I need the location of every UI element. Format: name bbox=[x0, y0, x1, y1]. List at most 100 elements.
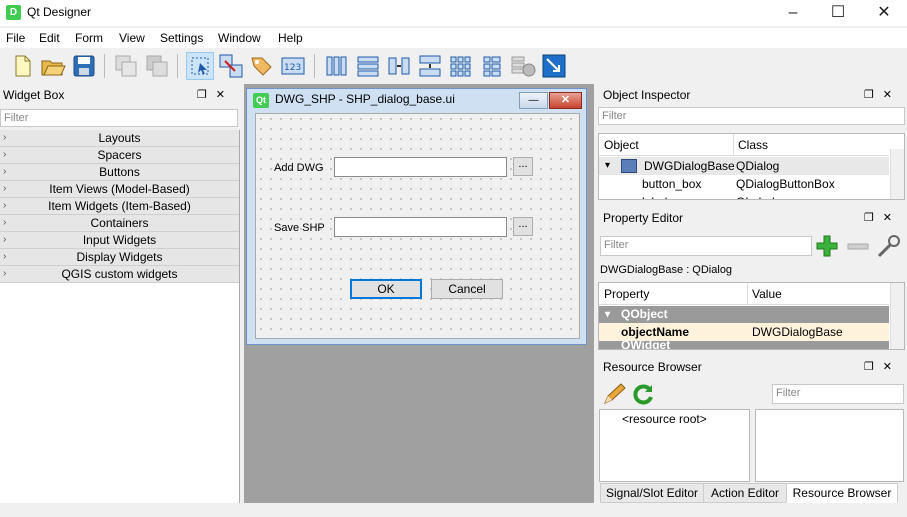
title-bar: D Qt Designer – ☐ ✕ bbox=[0, 0, 907, 26]
widget-box-list: › Layouts › Spacers › Buttons › Item Views (… bbox=[0, 130, 240, 503]
form-canvas[interactable]: Add DWG ... Save SHP ... OK Cancel bbox=[255, 113, 580, 339]
tree-row[interactable]: label QLabel bbox=[599, 193, 889, 199]
tab-signal-slot-editor[interactable]: Signal/Slot Editor bbox=[600, 483, 704, 503]
object-inspector-title: Object Inspector ❐✕ bbox=[603, 86, 901, 104]
dock-tabs: Signal/Slot Editor Action Editor Resourc… bbox=[597, 483, 907, 503]
layout-horizontal-icon[interactable] bbox=[323, 52, 351, 80]
widget-category[interactable]: › Containers bbox=[0, 215, 239, 232]
copy-icon[interactable] bbox=[112, 52, 140, 80]
edit-buddies-icon[interactable] bbox=[248, 52, 276, 80]
menu-edit[interactable]: Edit bbox=[39, 31, 60, 45]
property-table: Property Value ▾ QObject objectName DWGD… bbox=[598, 282, 905, 350]
new-form-icon[interactable] bbox=[8, 52, 36, 80]
chevron-down-icon[interactable]: ▾ bbox=[605, 306, 610, 323]
tree-row[interactable]: button_box QDialogButtonBox bbox=[599, 175, 889, 193]
tab-action-editor[interactable]: Action Editor bbox=[703, 483, 787, 503]
adjust-size-icon[interactable] bbox=[540, 52, 568, 80]
widget-category[interactable]: › Spacers bbox=[0, 147, 239, 164]
resource-root-item[interactable]: <resource root> bbox=[622, 412, 707, 426]
maximize-button[interactable]: ☐ bbox=[815, 0, 861, 26]
tab-resource-browser[interactable]: Resource Browser bbox=[786, 483, 898, 503]
open-form-icon[interactable] bbox=[39, 52, 67, 80]
widget-category[interactable]: › Display Widgets bbox=[0, 249, 239, 266]
chevron-right-icon: › bbox=[3, 234, 7, 245]
add-dwg-browse-button[interactable]: ... bbox=[513, 157, 533, 176]
property-table-scrollbar[interactable] bbox=[890, 283, 904, 349]
widget-category[interactable]: › Layouts bbox=[0, 130, 239, 147]
object-inspector-filter-input[interactable]: Filter bbox=[598, 107, 905, 125]
menu-settings[interactable]: Settings bbox=[160, 31, 203, 45]
save-form-icon[interactable] bbox=[70, 52, 98, 80]
layout-vertical-icon[interactable] bbox=[354, 52, 382, 80]
panel-float-close-icons[interactable]: ❐✕ bbox=[864, 358, 901, 376]
add-dwg-label[interactable]: Add DWG bbox=[274, 162, 324, 174]
save-shp-label[interactable]: Save SHP bbox=[274, 222, 325, 234]
reload-icon[interactable] bbox=[631, 382, 655, 406]
layout-splitter-vertical-icon[interactable] bbox=[416, 52, 444, 80]
form-minimize-button[interactable]: — bbox=[519, 92, 548, 109]
add-dynamic-property-icon[interactable] bbox=[815, 234, 839, 258]
property-editor-filter-input[interactable]: Filter bbox=[600, 236, 812, 256]
object-tree-header: Object Class bbox=[599, 134, 889, 156]
property-editor-title: Property Editor ❐✕ bbox=[603, 209, 901, 227]
widget-category[interactable]: › Item Views (Model-Based) bbox=[0, 181, 239, 198]
panel-float-close-icons[interactable]: ❐✕ bbox=[197, 86, 234, 104]
form-window-title: DWG_SHP - SHP_dialog_base.ui bbox=[275, 92, 455, 106]
form-close-button[interactable]: ✕ bbox=[549, 92, 582, 109]
menu-window[interactable]: Window bbox=[218, 31, 261, 45]
chevron-right-icon: › bbox=[3, 132, 7, 143]
chevron-right-icon: › bbox=[3, 200, 7, 211]
menu-file[interactable]: File bbox=[6, 31, 25, 45]
add-dwg-input[interactable] bbox=[334, 157, 507, 177]
widget-category[interactable]: › Buttons bbox=[0, 164, 239, 181]
widget-category[interactable]: › Item Widgets (Item-Based) bbox=[0, 198, 239, 215]
status-bar bbox=[0, 503, 907, 517]
edit-resources-pencil-icon[interactable] bbox=[602, 382, 626, 406]
panel-float-close-icons[interactable]: ❐✕ bbox=[864, 209, 901, 227]
resource-browser-title: Resource Browser ❐✕ bbox=[603, 358, 901, 376]
form-window[interactable]: Qt DWG_SHP - SHP_dialog_base.ui — ✕ Add … bbox=[246, 88, 587, 345]
menu-form[interactable]: Form bbox=[75, 31, 103, 45]
save-shp-browse-button[interactable]: ... bbox=[513, 217, 533, 236]
paste-icon[interactable] bbox=[143, 52, 171, 80]
remove-dynamic-property-icon[interactable] bbox=[846, 234, 870, 258]
property-group-qobject[interactable]: ▾ QObject bbox=[599, 306, 889, 323]
property-row-objectname[interactable]: objectName DWGDialogBase bbox=[599, 323, 889, 341]
toolbar-separator bbox=[177, 54, 178, 78]
configure-wrench-icon[interactable] bbox=[876, 234, 902, 258]
minimize-button[interactable]: – bbox=[770, 0, 816, 26]
save-shp-input[interactable] bbox=[334, 217, 507, 237]
form-editor-area: Qt DWG_SHP - SHP_dialog_base.ui — ✕ Add … bbox=[244, 84, 594, 503]
column-object[interactable]: Object bbox=[604, 134, 639, 156]
edit-signals-slots-icon[interactable] bbox=[217, 52, 245, 80]
menu-view[interactable]: View bbox=[119, 31, 145, 45]
widget-box-filter-input[interactable]: Filter bbox=[0, 109, 238, 127]
panel-float-close-icons[interactable]: ❐✕ bbox=[864, 86, 901, 104]
widget-category[interactable]: › QGIS custom widgets bbox=[0, 266, 239, 283]
ok-button[interactable]: OK bbox=[350, 279, 422, 299]
resource-tree: <resource root> bbox=[599, 409, 750, 482]
column-divider bbox=[747, 283, 748, 305]
layout-grid-icon[interactable] bbox=[447, 52, 475, 80]
column-divider bbox=[733, 134, 734, 156]
close-button[interactable]: ✕ bbox=[861, 0, 907, 26]
column-value[interactable]: Value bbox=[752, 283, 782, 305]
object-tree-scrollbar[interactable] bbox=[890, 149, 904, 199]
column-property[interactable]: Property bbox=[604, 283, 649, 305]
qt-logo-icon: Qt bbox=[253, 93, 269, 108]
column-class[interactable]: Class bbox=[738, 134, 768, 156]
widget-category[interactable]: › Input Widgets bbox=[0, 232, 239, 249]
layout-splitter-horizontal-icon[interactable] bbox=[385, 52, 413, 80]
break-layout-icon[interactable] bbox=[509, 52, 537, 80]
edit-tab-order-icon[interactable]: 123 bbox=[279, 52, 307, 80]
menu-help[interactable]: Help bbox=[278, 31, 303, 45]
chevron-down-icon[interactable]: ▾ bbox=[605, 157, 610, 175]
resource-filter-input[interactable]: Filter bbox=[772, 384, 904, 404]
cancel-button[interactable]: Cancel bbox=[431, 279, 503, 299]
property-group-qwidget[interactable]: QWidget bbox=[599, 341, 889, 349]
tree-row[interactable]: ▾ DWGDialogBase QDialog bbox=[599, 157, 889, 175]
layout-form-icon[interactable] bbox=[478, 52, 506, 80]
property-table-header: Property Value bbox=[599, 283, 889, 305]
resource-list bbox=[755, 409, 904, 482]
edit-widgets-icon[interactable] bbox=[186, 52, 214, 80]
